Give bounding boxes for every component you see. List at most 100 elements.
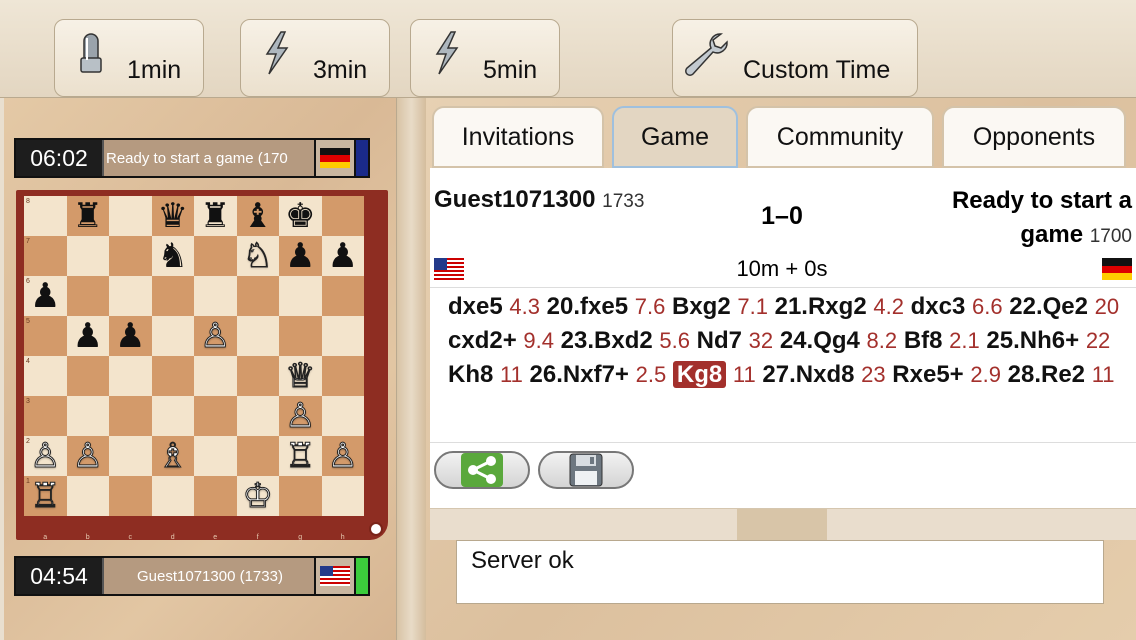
black-rook-piece[interactable]: ♜ bbox=[200, 199, 230, 233]
black-rook-piece[interactable]: ♜ bbox=[73, 199, 103, 233]
tab-game[interactable]: Game bbox=[612, 106, 738, 168]
tab-community[interactable]: Community bbox=[746, 106, 934, 168]
move[interactable]: Bf8 bbox=[904, 327, 943, 354]
move[interactable]: 25.Nh6+ bbox=[986, 327, 1079, 354]
move[interactable]: Rxe5+ bbox=[892, 361, 963, 388]
square-e3[interactable] bbox=[194, 396, 237, 436]
square-b1[interactable] bbox=[66, 476, 109, 516]
black-queen-piece[interactable]: ♛ bbox=[158, 199, 188, 233]
share-button[interactable] bbox=[434, 451, 530, 489]
black-king-piece[interactable]: ♚ bbox=[285, 199, 315, 233]
square-c8[interactable] bbox=[109, 196, 152, 236]
white-knight-piece[interactable]: ♘ bbox=[242, 239, 274, 274]
square-f6[interactable] bbox=[236, 276, 279, 316]
white-rook-piece[interactable]: ♖ bbox=[284, 439, 316, 474]
square-d4[interactable] bbox=[151, 356, 194, 396]
square-e6[interactable] bbox=[194, 276, 237, 316]
square-c3[interactable] bbox=[109, 396, 152, 436]
white-pawn-piece[interactable]: ♙ bbox=[72, 439, 104, 474]
square-h4[interactable] bbox=[321, 356, 364, 396]
square-b4[interactable] bbox=[66, 356, 109, 396]
square-d8[interactable]: ♛ bbox=[151, 196, 194, 236]
square-g6[interactable] bbox=[279, 276, 322, 316]
square-c7[interactable] bbox=[109, 236, 152, 276]
square-h3[interactable] bbox=[321, 396, 364, 436]
square-h2[interactable]: ♙ bbox=[321, 436, 364, 476]
white-pawn-piece[interactable]: ♙ bbox=[327, 439, 359, 474]
square-d3[interactable] bbox=[151, 396, 194, 436]
square-f3[interactable] bbox=[236, 396, 279, 436]
square-a8[interactable]: 8 bbox=[24, 196, 67, 236]
black-pawn-piece[interactable]: ♟ bbox=[328, 239, 358, 273]
square-e2[interactable] bbox=[194, 436, 237, 476]
square-h5[interactable] bbox=[321, 316, 364, 356]
square-f7[interactable]: ♘ bbox=[236, 236, 279, 276]
square-c4[interactable] bbox=[109, 356, 152, 396]
move[interactable]: Kh8 bbox=[448, 361, 493, 388]
horizontal-scrollbar[interactable] bbox=[430, 508, 1136, 541]
black-pawn-piece[interactable]: ♟ bbox=[73, 319, 103, 353]
square-a1[interactable]: 1 ♖ bbox=[24, 476, 67, 516]
square-h7[interactable]: ♟ bbox=[321, 236, 364, 276]
square-b8[interactable]: ♜ bbox=[66, 196, 109, 236]
square-b3[interactable] bbox=[66, 396, 109, 436]
square-h6[interactable] bbox=[321, 276, 364, 316]
white-queen-piece[interactable]: ♕ bbox=[284, 359, 316, 394]
square-a3[interactable]: 3 bbox=[24, 396, 67, 436]
white-pawn-piece[interactable]: ♙ bbox=[29, 439, 61, 474]
black-pawn-piece[interactable]: ♟ bbox=[115, 319, 145, 353]
move[interactable]: dxc3 bbox=[911, 293, 966, 320]
square-g3[interactable]: ♙ bbox=[279, 396, 322, 436]
white-rook-piece[interactable]: ♖ bbox=[29, 479, 61, 514]
square-d7[interactable]: ♞ bbox=[151, 236, 194, 276]
board-resize-handle[interactable] bbox=[369, 522, 383, 536]
current-move[interactable]: Kg8 bbox=[672, 361, 727, 388]
move[interactable]: dxe5 bbox=[448, 293, 503, 320]
square-e7[interactable] bbox=[194, 236, 237, 276]
square-a4[interactable]: 4 bbox=[24, 356, 67, 396]
square-c5[interactable]: ♟ bbox=[109, 316, 152, 356]
move[interactable]: cxd2+ bbox=[448, 327, 517, 354]
square-e1[interactable] bbox=[194, 476, 237, 516]
square-b7[interactable] bbox=[66, 236, 109, 276]
black-bishop-piece[interactable]: ♝ bbox=[243, 199, 273, 233]
square-g7[interactable]: ♟ bbox=[279, 236, 322, 276]
move[interactable]: 23.Bxd2 bbox=[561, 327, 653, 354]
white-bishop-piece[interactable]: ♗ bbox=[157, 439, 189, 474]
square-g2[interactable]: ♖ bbox=[279, 436, 322, 476]
square-d5[interactable] bbox=[151, 316, 194, 356]
white-pawn-piece[interactable]: ♙ bbox=[199, 319, 231, 354]
square-h1[interactable] bbox=[321, 476, 364, 516]
5min-button[interactable]: 5min bbox=[410, 19, 560, 97]
square-f1[interactable]: ♔ bbox=[236, 476, 279, 516]
square-b2[interactable]: ♙ bbox=[66, 436, 109, 476]
chess-board[interactable]: 8 ♜ ♛ ♜ ♝ ♚ 7 ♞ ♘ ♟ ♟ 6 ♟ 5 ♟ ♟ ♙ 4 ♕ 3 ♙ 2 ♙ ♙ ♗ ♖ ♙ 1 ♖ ♔ bbox=[24, 196, 364, 516]
square-c6[interactable] bbox=[109, 276, 152, 316]
move[interactable]: 27.Nxd8 bbox=[762, 361, 854, 388]
move[interactable]: 28.Re2 bbox=[1008, 361, 1085, 388]
square-g1[interactable] bbox=[279, 476, 322, 516]
square-g5[interactable] bbox=[279, 316, 322, 356]
white-king-piece[interactable]: ♔ bbox=[242, 479, 274, 514]
square-a7[interactable]: 7 bbox=[24, 236, 67, 276]
square-b5[interactable]: ♟ bbox=[66, 316, 109, 356]
square-c2[interactable] bbox=[109, 436, 152, 476]
panel-divider[interactable] bbox=[396, 98, 426, 640]
move[interactable]: 22.Qe2 bbox=[1009, 293, 1088, 320]
scrollbar-thumb[interactable] bbox=[737, 509, 827, 541]
square-d1[interactable] bbox=[151, 476, 194, 516]
square-e5[interactable]: ♙ bbox=[194, 316, 237, 356]
move[interactable]: 24.Qg4 bbox=[780, 327, 860, 354]
tab-opponents[interactable]: Opponents bbox=[942, 106, 1126, 168]
square-a5[interactable]: 5 bbox=[24, 316, 67, 356]
square-e4[interactable] bbox=[194, 356, 237, 396]
square-a6[interactable]: 6 ♟ bbox=[24, 276, 67, 316]
square-e8[interactable]: ♜ bbox=[194, 196, 237, 236]
white-pawn-piece[interactable]: ♙ bbox=[284, 399, 316, 434]
square-f5[interactable] bbox=[236, 316, 279, 356]
black-pawn-piece[interactable]: ♟ bbox=[30, 279, 60, 313]
square-a2[interactable]: 2 ♙ bbox=[24, 436, 67, 476]
move[interactable]: 21.Rxg2 bbox=[775, 293, 867, 320]
square-g4[interactable]: ♕ bbox=[279, 356, 322, 396]
move-list[interactable]: dxe5 4.3 20.fxe5 7.6 Bxg2 7.1 21.Rxg2 4.… bbox=[448, 290, 1128, 432]
